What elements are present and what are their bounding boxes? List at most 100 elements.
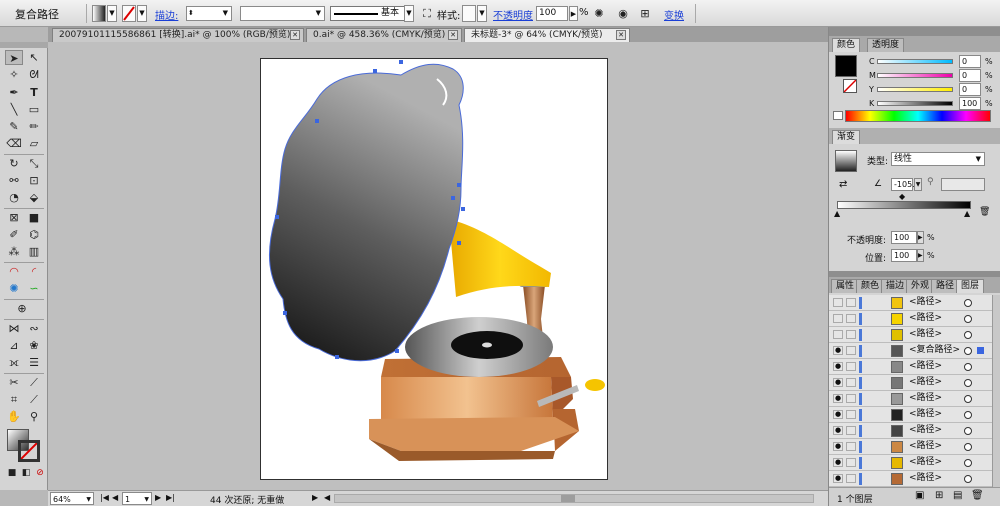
perspective-grid-tool-icon[interactable]: ⊠ — [5, 210, 23, 225]
variable-width-field[interactable]: ▼ — [240, 6, 325, 21]
hand-tool-icon[interactable]: ✋ — [5, 409, 23, 424]
pencil-tool-icon[interactable]: ✏ — [25, 119, 43, 134]
fill-swatch-button[interactable] — [92, 5, 106, 22]
live-paint-tool-icon[interactable]: ⬙ — [25, 190, 43, 205]
gradient-type-select[interactable]: 线性 ▼ — [891, 152, 985, 166]
visibility-toggle-icon[interactable] — [833, 314, 843, 323]
close-icon[interactable]: ✕ — [616, 30, 626, 40]
tab-gradient[interactable]: 渐变 — [832, 130, 861, 144]
visibility-toggle-icon[interactable]: ● — [833, 394, 843, 403]
stroke-color-swatch[interactable] — [18, 440, 40, 462]
stroke-weight-field[interactable]: ▼ ⬍ — [186, 6, 232, 21]
lock-toggle-icon[interactable] — [846, 314, 856, 323]
layer-row[interactable]: ● <路径> — [829, 455, 992, 471]
aspect-ratio-field[interactable] — [941, 178, 985, 191]
channel-c-field[interactable]: 0 — [959, 55, 981, 68]
wave-tool-icon[interactable]: ∾ — [25, 321, 43, 336]
visibility-toggle-icon[interactable]: ● — [833, 378, 843, 387]
scissors-tool-icon[interactable]: ✂ — [5, 375, 23, 390]
graph-tool-icon[interactable]: ⊿ — [5, 338, 23, 353]
tab-color-guide[interactable]: 颜色 — [856, 279, 885, 293]
lock-toggle-icon[interactable] — [846, 426, 856, 435]
stop-position-field[interactable]: 100 — [891, 249, 917, 262]
gradient-preview-swatch[interactable] — [835, 150, 857, 172]
layer-row[interactable]: ● <路径> — [829, 423, 992, 439]
layer-row[interactable]: ● <路径> — [829, 391, 992, 407]
style-swatch-button[interactable] — [462, 5, 476, 22]
visibility-toggle-icon[interactable]: ● — [833, 426, 843, 435]
layer-row[interactable]: <路径> — [829, 295, 992, 311]
tab-document-1[interactable]: 20079101115586861 [转换].ai* @ 100% (RGB/预… — [52, 28, 304, 42]
zoom-select[interactable]: 64% ▼ — [50, 492, 94, 505]
channel-k-slider[interactable] — [877, 101, 953, 106]
close-icon[interactable]: ✕ — [290, 30, 300, 40]
channel-m-field[interactable]: 0 — [959, 69, 981, 82]
crop-tool-icon[interactable]: ⌗ — [5, 392, 23, 407]
layer-name[interactable]: <路径> — [909, 439, 942, 454]
gradient-stop-white[interactable]: ▲ — [834, 209, 840, 218]
layer-name[interactable]: <路径> — [909, 407, 942, 422]
layer-row[interactable]: ● <路径> — [829, 407, 992, 423]
visibility-toggle-icon[interactable] — [833, 330, 843, 339]
brush-definition-icon[interactable]: ⛶ — [418, 6, 436, 21]
layer-name[interactable]: <路径> — [909, 391, 942, 406]
recolor-artwork-icon[interactable]: ✺ — [590, 6, 608, 21]
layer-row[interactable]: <路径> — [829, 327, 992, 343]
style-dropdown-button[interactable]: ▼ — [477, 5, 487, 22]
globe-icon[interactable]: ◉ — [614, 6, 632, 21]
lock-toggle-icon[interactable] — [846, 474, 856, 483]
target-circle-icon[interactable] — [964, 459, 972, 467]
visibility-toggle-icon[interactable] — [833, 298, 843, 307]
tab-document-3[interactable]: 未标题-3* @ 64% (CMYK/预览) ✕ — [464, 28, 630, 42]
gradient-angle-field[interactable]: -105. — [891, 178, 915, 191]
pucker-tool-icon[interactable]: ❀ — [25, 338, 43, 353]
stop-opacity-field[interactable]: 100 — [891, 231, 917, 244]
channel-y-slider[interactable] — [877, 87, 953, 92]
lock-toggle-icon[interactable] — [846, 330, 856, 339]
tab-attributes[interactable]: 属性 — [831, 279, 860, 293]
artboard-tool-icon[interactable]: ◠ — [5, 264, 23, 279]
stroke-color-preview[interactable] — [843, 79, 857, 93]
layer-row[interactable]: ● <路径> — [829, 471, 992, 487]
fill-color-preview[interactable] — [835, 55, 857, 77]
target-circle-icon[interactable] — [964, 427, 972, 435]
lock-toggle-icon[interactable] — [846, 378, 856, 387]
target-circle-icon[interactable] — [964, 395, 972, 403]
tab-transparency[interactable]: 透明度 — [867, 38, 905, 52]
free-transform-tool-icon[interactable]: ⊡ — [25, 173, 43, 188]
create-sublayer-icon[interactable]: ⊞ — [935, 490, 943, 501]
type-tool-icon[interactable]: T — [25, 85, 43, 100]
target-circle-icon[interactable] — [964, 379, 972, 387]
target-circle-icon[interactable] — [964, 331, 972, 339]
lock-toggle-icon[interactable] — [846, 362, 856, 371]
opacity-dropdown-button[interactable]: ▶ — [569, 6, 578, 21]
channel-m-slider[interactable] — [877, 73, 953, 78]
spindle[interactable] — [482, 342, 492, 348]
layers-scrollbar[interactable] — [992, 295, 1000, 487]
stroke-dropdown-button[interactable]: ▼ — [137, 5, 147, 22]
tab-pathfinder[interactable]: 路径 — [931, 279, 960, 293]
symbol-sprayer-tool-icon[interactable]: ⁂ — [5, 244, 23, 259]
stroke-none-swatch-button[interactable] — [122, 5, 136, 22]
tab-color[interactable]: 颜色 — [832, 38, 861, 52]
gradient-stop-black[interactable]: ▲ — [964, 209, 970, 218]
artboard-number-select[interactable]: 1 ▼ — [122, 492, 152, 505]
gramophone-artwork[interactable] — [261, 59, 609, 481]
width-tool-icon[interactable]: ∽ — [25, 281, 43, 296]
target-circle-icon[interactable] — [964, 411, 972, 419]
scroll-thumb[interactable] — [561, 495, 575, 502]
tab-stroke[interactable]: 描边 — [881, 279, 910, 293]
layer-name[interactable]: <路径> — [909, 295, 942, 310]
horn-neck[interactable] — [449, 219, 551, 297]
layer-row[interactable]: ● <路径> — [829, 439, 992, 455]
lock-toggle-icon[interactable] — [846, 458, 856, 467]
lock-toggle-icon[interactable] — [846, 298, 856, 307]
next-icon[interactable]: ▶ — [155, 493, 161, 502]
close-icon[interactable]: ✕ — [448, 30, 458, 40]
last-artboard-icon[interactable]: ▶| — [166, 493, 175, 502]
gradient-midpoint-icon[interactable]: ◆ — [899, 192, 905, 201]
none-color-swatch[interactable] — [833, 111, 843, 120]
zoom-tool-icon[interactable]: ⚲ — [25, 409, 43, 424]
target-circle-icon[interactable] — [964, 363, 972, 371]
opacity-dropdown-button[interactable]: ▶ — [917, 231, 924, 244]
